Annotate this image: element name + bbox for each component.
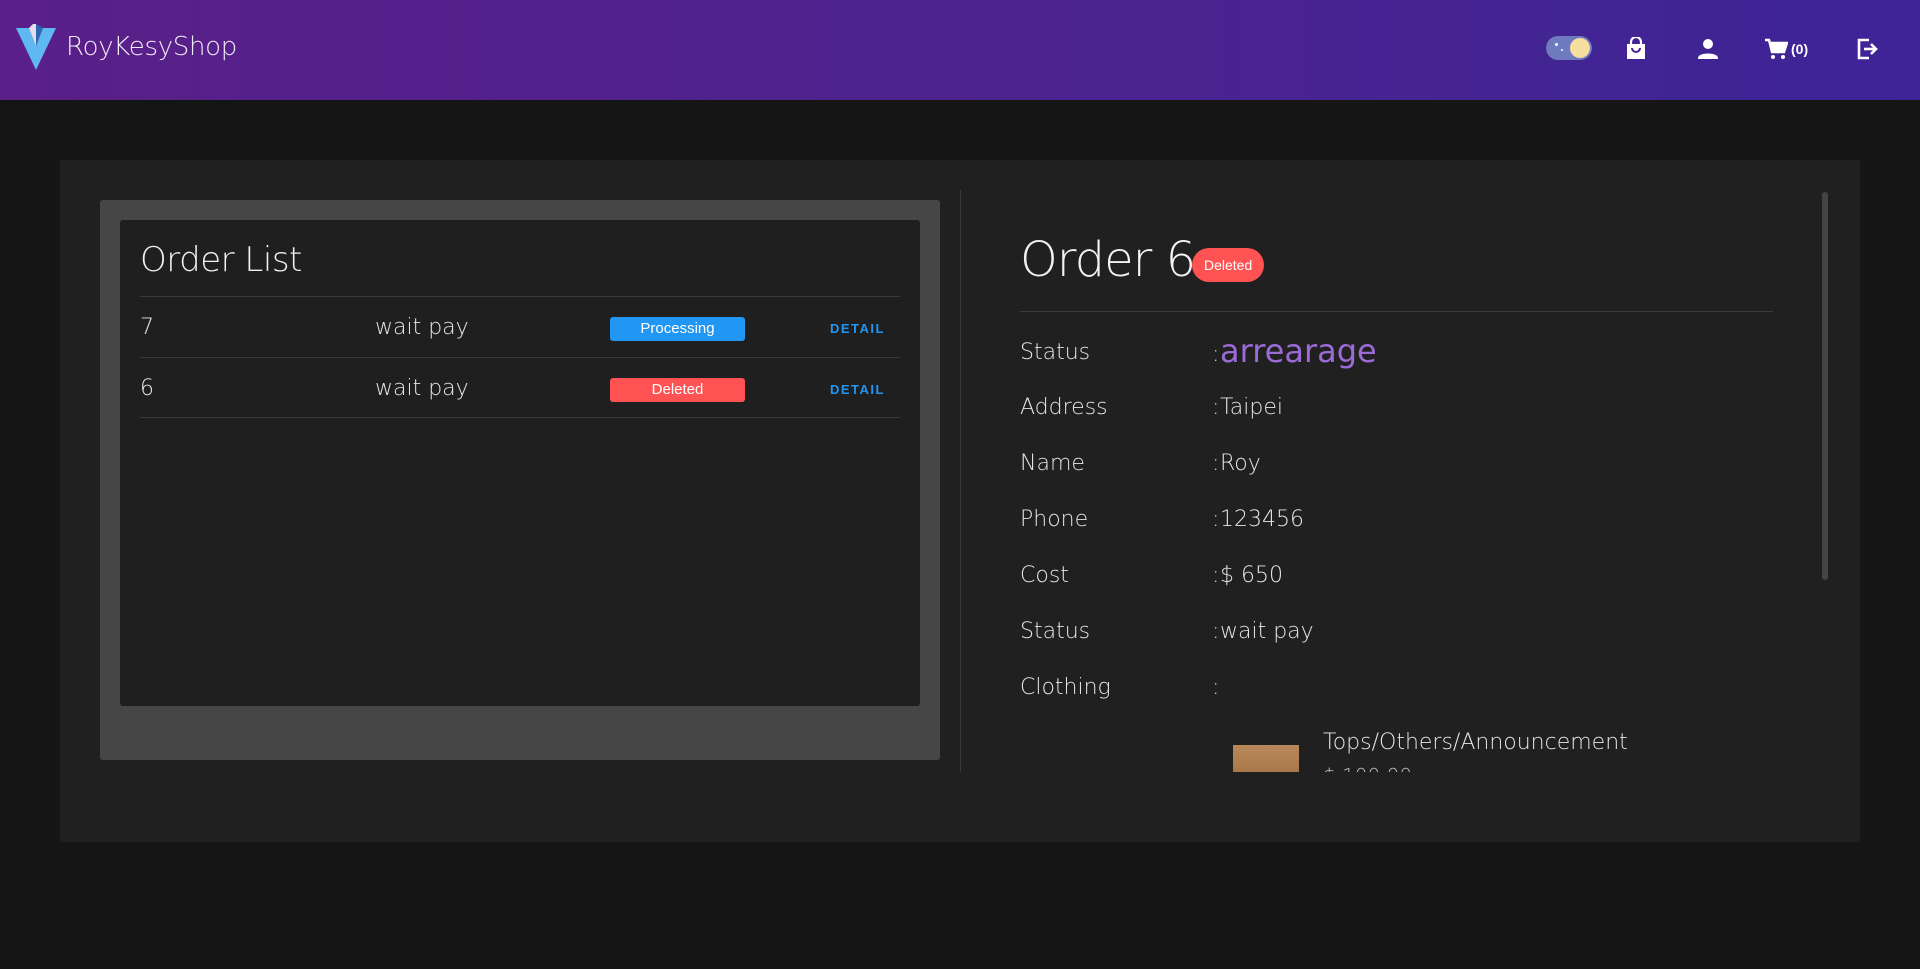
field-separator: : [1212, 563, 1220, 588]
detail-button[interactable]: DETAIL [830, 321, 885, 336]
field-value-cost: $ 650 [1220, 563, 1283, 588]
field-label: Cost [1020, 563, 1069, 588]
clothing-thumbnail [1233, 745, 1299, 772]
field-value-name: Roy [1220, 451, 1261, 476]
order-status: wait pay [375, 315, 469, 340]
order-status: wait pay [375, 376, 469, 401]
orders-card: Order List 7 wait pay Processing DETAIL … [60, 160, 1860, 842]
account-icon[interactable] [1695, 36, 1721, 62]
field-value-payment-status: wait pay [1220, 619, 1314, 644]
clothing-price: $ 100.00 [1323, 764, 1412, 772]
order-row: 7 wait pay Processing DETAIL [140, 296, 900, 357]
detail-scrollbar[interactable] [1822, 192, 1830, 580]
field-label: Address [1020, 395, 1108, 420]
field-value-status: arrearage [1220, 332, 1377, 370]
order-id: 7 [140, 315, 154, 340]
field-separator: : [1212, 342, 1220, 367]
cart-count[interactable]: (0) [1791, 41, 1808, 57]
field-separator: : [1212, 619, 1220, 644]
order-row: 6 wait pay Deleted DETAIL [140, 357, 900, 418]
brand[interactable]: RoyKesyShop [16, 22, 237, 72]
theme-toggle[interactable] [1546, 36, 1592, 60]
field-label: Status [1020, 619, 1091, 644]
status-badge: Deleted [610, 378, 745, 402]
title-divider [1020, 311, 1773, 312]
clothing-name: Tops/Others/Announcement [1323, 730, 1628, 755]
field-separator: : [1212, 395, 1220, 420]
vuetify-logo-icon [16, 24, 56, 70]
order-list-panel: Order List 7 wait pay Processing DETAIL … [100, 200, 940, 760]
field-label: Clothing [1020, 675, 1111, 700]
logout-icon[interactable] [1854, 36, 1880, 62]
status-badge: Processing [610, 317, 745, 341]
field-label: Phone [1020, 507, 1089, 532]
field-value-phone: 123456 [1220, 507, 1304, 532]
star-icon [1561, 49, 1563, 51]
cart-icon[interactable] [1763, 36, 1789, 62]
field-label: Name [1020, 451, 1085, 476]
field-separator: : [1212, 675, 1220, 700]
order-list: Order List 7 wait pay Processing DETAIL … [120, 220, 920, 706]
order-title: Order 6 [1020, 232, 1196, 288]
order-list-title: Order List [140, 240, 302, 280]
status-badge: Deleted [1192, 248, 1265, 282]
detail-button[interactable]: DETAIL [830, 382, 885, 397]
moon-icon [1570, 38, 1590, 58]
field-label: Status [1020, 340, 1091, 365]
field-value-address: Taipei [1220, 395, 1284, 420]
scrollbar-thumb[interactable] [1822, 192, 1828, 580]
brand-name: RoyKesyShop [66, 32, 237, 62]
star-icon [1555, 43, 1558, 46]
order-detail: Order 6 Deleted Status : arrearage Addre… [1020, 232, 1773, 772]
order-id: 6 [140, 376, 154, 401]
field-separator: : [1212, 507, 1220, 532]
shopping-bag-icon[interactable] [1623, 36, 1649, 62]
field-separator: : [1212, 451, 1220, 476]
app-bar: RoyKesyShop (0) [0, 0, 1920, 100]
vertical-divider [960, 190, 961, 772]
